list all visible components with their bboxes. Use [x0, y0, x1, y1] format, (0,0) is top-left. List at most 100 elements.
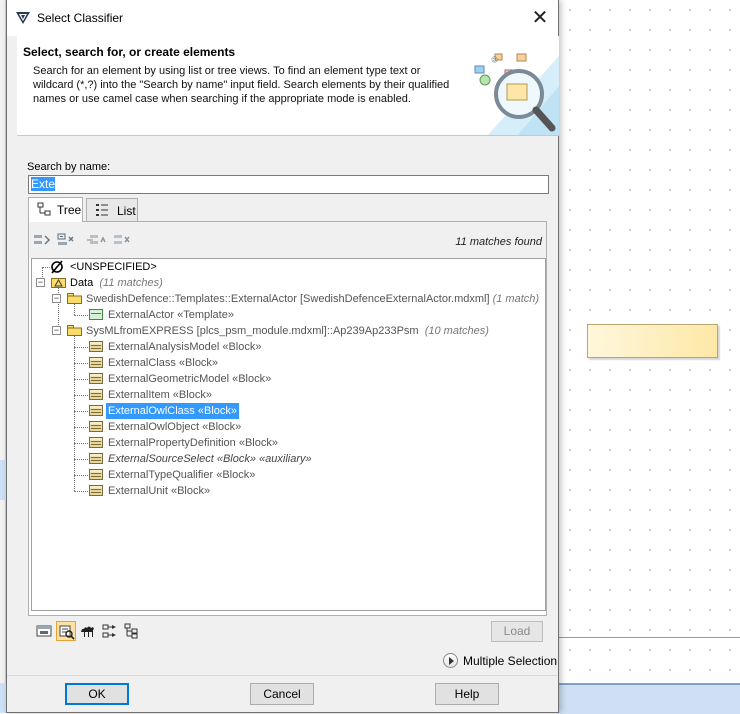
block-icon: [89, 485, 103, 496]
show-qualified-names-button[interactable]: [34, 621, 54, 641]
block-icon: [89, 421, 103, 432]
background-bottom-bar: [558, 683, 740, 714]
collapse-toggle[interactable]: −: [52, 326, 61, 335]
toolbar-separator: [81, 232, 93, 248]
multiple-selection-label: Multiple Selection: [463, 654, 558, 668]
match-count-badge: (1 match): [492, 293, 540, 305]
tree-connector: [74, 363, 88, 364]
move-down-icon: [114, 235, 130, 244]
tree-connector: [74, 411, 88, 412]
tree-connector: [74, 347, 88, 348]
tree-icon: [37, 202, 51, 216]
element-tree[interactable]: <UNSPECIFIED> − Data (11 matches) − Swed…: [31, 258, 546, 611]
expand-button[interactable]: [33, 232, 51, 248]
tree-connector: [74, 475, 88, 476]
tree-item-label: ExternalTypeQualifier «Block»: [108, 469, 256, 481]
tree-item-label: SysMLfromEXPRESS [plcs_psm_module.mdxml]…: [86, 325, 419, 337]
tree-item-label: ExternalActor «Template»: [108, 309, 234, 321]
tree-item-label: ExternalOwlObject «Block»: [108, 421, 242, 433]
tree-item-label: ExternalClass «Block»: [108, 357, 219, 369]
load-button[interactable]: Load: [491, 621, 543, 642]
expand-arrow-icon: [443, 653, 458, 668]
close-button[interactable]: ✕: [522, 0, 558, 36]
block-icon: [89, 453, 103, 464]
collapse-button[interactable]: [57, 232, 75, 248]
banner-title: Select, search for, or create elements: [23, 45, 236, 59]
tree-item-label: ExternalUnit «Block»: [108, 485, 211, 497]
tree-item-label: ExternalAnalysisModel «Block»: [108, 341, 262, 353]
package-icon: [67, 325, 82, 336]
match-count-badge: (11 matches): [99, 277, 163, 289]
search-input-value: Exte: [31, 177, 56, 191]
block-icon: [89, 469, 103, 480]
block-icon: [89, 405, 103, 416]
tree-item-label: ExternalItem «Block»: [108, 389, 212, 401]
move-up-icon: [90, 235, 106, 244]
tree-connector: [74, 335, 75, 491]
camel-case-button[interactable]: [78, 621, 98, 641]
block-icon: [89, 373, 103, 384]
unspecified-icon: [51, 260, 63, 274]
expand-icon: [34, 235, 51, 245]
search-mode-button[interactable]: [56, 621, 76, 641]
select-classifier-dialog: Select Classifier ✕ Select, search for, …: [6, 0, 559, 713]
move-up-button[interactable]: [89, 232, 107, 248]
tree-connector: [74, 427, 88, 428]
search-label: Search by name:: [27, 161, 111, 173]
background-divider: [558, 637, 740, 638]
ok-button[interactable]: OK: [65, 683, 129, 705]
block-icon: [89, 437, 103, 448]
tree-connector: [74, 443, 88, 444]
tree-item-label: ExternalOwlClass «Block»: [106, 403, 239, 419]
match-count: 11 matches found: [455, 236, 542, 248]
tree-item-label: SwedishDefence::Templates::ExternalActor…: [86, 293, 490, 305]
cancel-button[interactable]: Cancel: [250, 683, 314, 705]
diagram-shape[interactable]: [587, 324, 718, 358]
model-icon: [51, 278, 66, 288]
tree-connector: [74, 315, 88, 316]
search-qualified-icon: [59, 625, 75, 640]
collapse-icon: [57, 233, 74, 245]
collapse-toggle[interactable]: −: [36, 278, 45, 287]
info-banner: Select, search for, or create elements S…: [17, 36, 559, 136]
tree-item-label: ExternalPropertyDefinition «Block»: [108, 437, 278, 449]
show-hierarchy-button[interactable]: [122, 621, 142, 641]
search-input[interactable]: Exte: [28, 175, 549, 194]
tree-item-label: Data: [70, 277, 94, 289]
template-icon: [89, 309, 103, 320]
move-down-button[interactable]: [113, 232, 131, 248]
svg-text:☺: ☺: [491, 56, 498, 64]
tree-toolbar: 11 matches found: [29, 222, 546, 258]
match-count-badge: (10 matches): [424, 325, 489, 337]
tab-tree[interactable]: Tree: [28, 197, 83, 222]
camel-icon: [81, 626, 94, 637]
block-icon: [89, 341, 103, 352]
help-button[interactable]: Help: [435, 683, 499, 705]
block-icon: [89, 357, 103, 368]
tree-connector: [74, 491, 88, 492]
tree-connector: [74, 459, 88, 460]
selection-panel: Search by name: Exte Tree List 11 matche…: [23, 148, 560, 675]
banner-description: Search for an element by using list or t…: [33, 65, 450, 105]
block-icon: [89, 389, 103, 400]
tree-item-label: ExternalSourceSelect «Block» «auxiliary»: [108, 453, 312, 465]
list-icon: [96, 204, 108, 216]
app-icon: [16, 12, 30, 24]
package-icon: [67, 293, 82, 304]
search-magnifier-illustration: ☺: [474, 53, 559, 135]
tree-connector: [74, 395, 88, 396]
footer-separator: [7, 675, 558, 676]
tree-item-label: <UNSPECIFIED>: [70, 261, 157, 273]
apply-filter-button[interactable]: [100, 621, 120, 641]
tree-connector: [74, 379, 88, 380]
tree-item-label: ExternalGeometricModel «Block»: [108, 373, 272, 385]
tab-list-label: List: [117, 204, 136, 218]
window-icon: [36, 625, 52, 637]
collapse-toggle[interactable]: −: [52, 294, 61, 303]
tree-connector: [74, 303, 75, 315]
filter-tree-icon: [102, 624, 116, 638]
tab-list[interactable]: List: [86, 198, 138, 221]
title-bar[interactable]: Select Classifier ✕: [7, 0, 558, 36]
tree-connector: [42, 267, 50, 268]
tree-view-panel: 11 matches found <UNSPECIFIED> − Data (1…: [28, 221, 547, 616]
